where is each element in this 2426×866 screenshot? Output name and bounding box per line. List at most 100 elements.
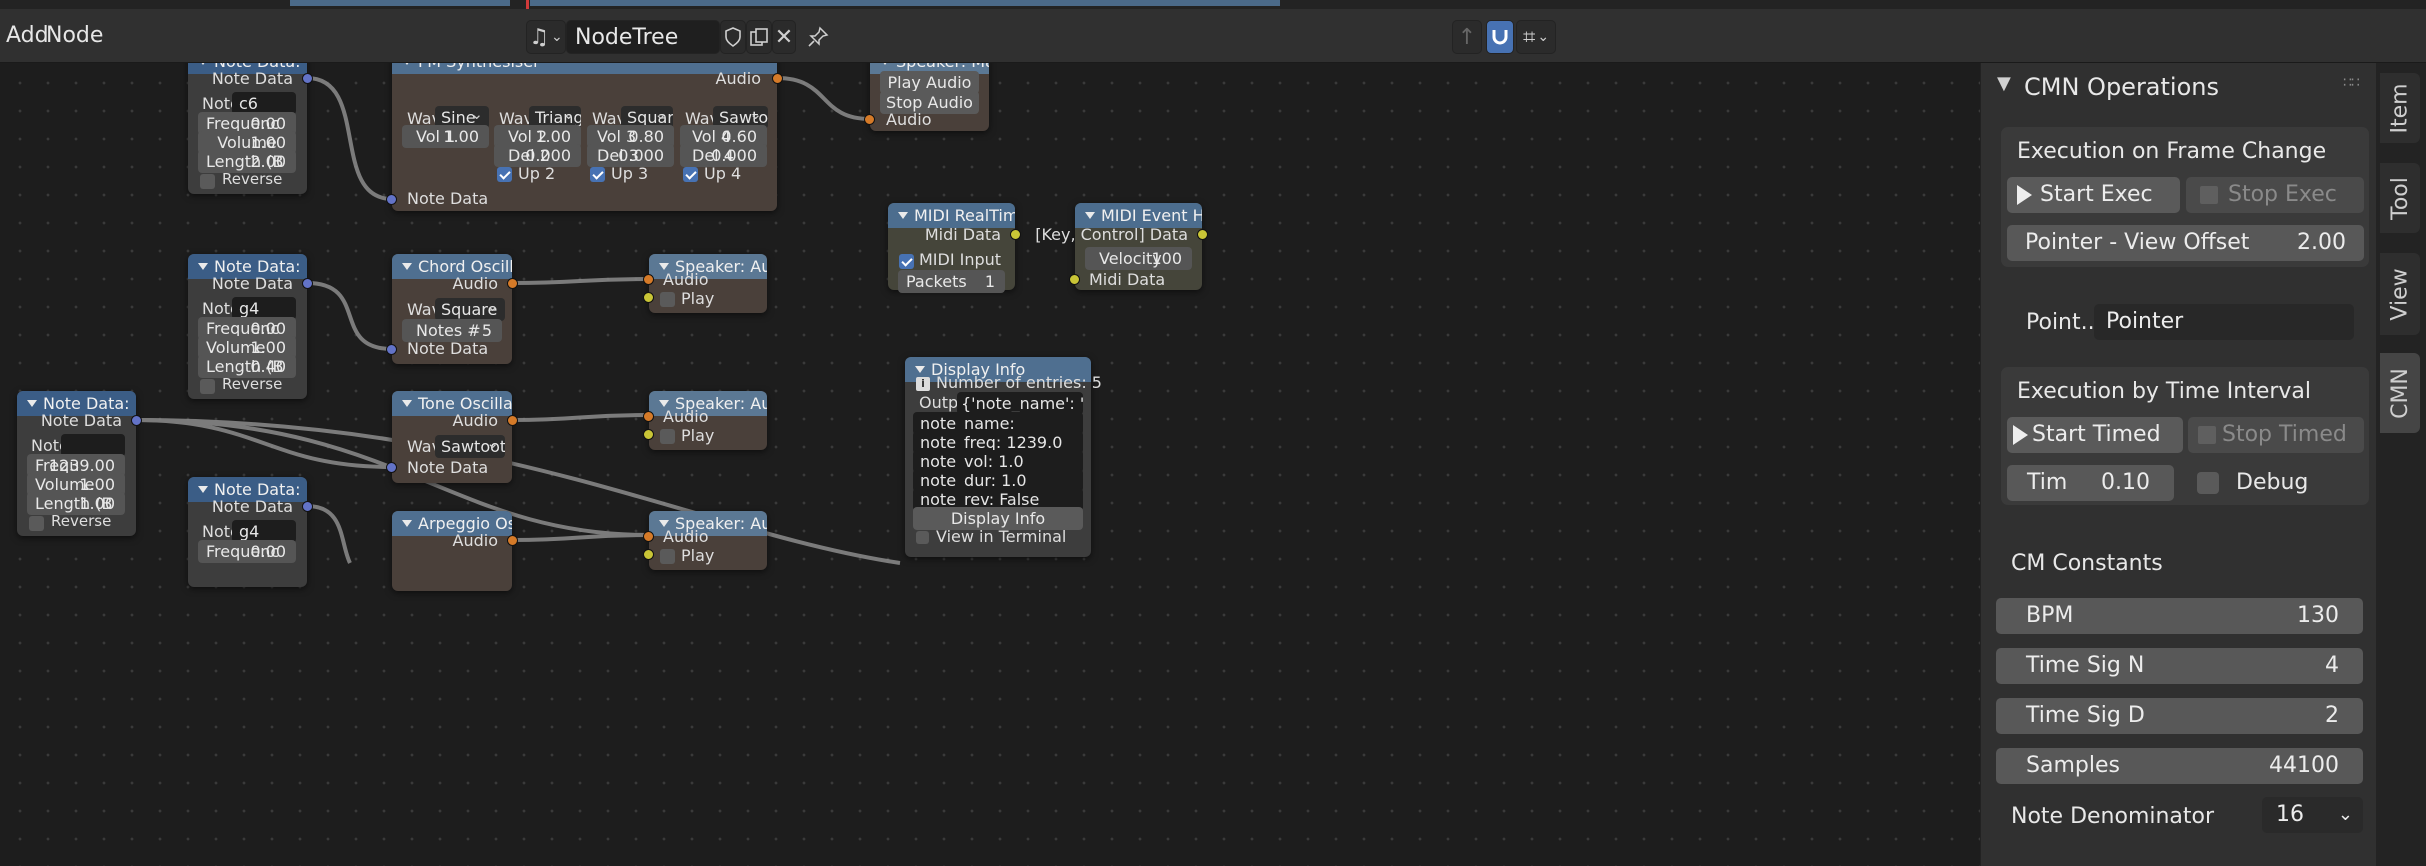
constants-title: CM Constants (2011, 551, 2163, 576)
drag-handle-icon[interactable]: ∷∷ (2343, 75, 2360, 91)
reverse-checkbox[interactable] (29, 516, 44, 531)
play-checkbox[interactable] (660, 292, 675, 307)
output-socket[interactable] (507, 535, 518, 546)
close-icon[interactable]: ✕ (772, 20, 796, 54)
time-sig-n-field[interactable]: Time Sig N 4 (1996, 648, 2363, 684)
reverse-checkbox[interactable] (200, 174, 215, 189)
grid-icon[interactable]: ⌗ ⌄ (1516, 20, 1556, 54)
speaker-automatic-node[interactable]: Speaker: Automatic Audio Play (643, 391, 767, 450)
tab-cmn[interactable]: CMN (2380, 353, 2420, 433)
velocity-field[interactable]: Velocity 100 (1085, 247, 1192, 270)
timeline-strip (0, 0, 2426, 9)
output-socket[interactable] (507, 415, 518, 426)
fm-synthesiser-node[interactable]: FM Synthesiser Audio Wave Sine Wave Tria… (386, 63, 783, 211)
start-exec-button[interactable]: Start Exec (2007, 177, 2180, 213)
note-data-node[interactable]: Note Data: Raw Note Data Note: g4 Freque… (188, 477, 313, 587)
input-socket[interactable] (386, 344, 397, 355)
field-value: 4 (2325, 653, 2339, 678)
link-chord-spk1 (511, 277, 650, 285)
vol-1-field[interactable]: Vol 1 1.00 (402, 125, 489, 148)
socket-label: Audio (452, 274, 498, 293)
midi-input-checkbox[interactable] (899, 254, 914, 269)
socket-label: Audio (715, 69, 761, 88)
socket-label: Audio (663, 527, 709, 546)
input-socket[interactable] (864, 114, 875, 125)
output-socket[interactable] (302, 278, 313, 289)
input-socket[interactable] (643, 411, 654, 422)
note-data-node[interactable]: Note Data: Raw Note Data Note: Frequ1239… (17, 391, 142, 536)
tab-tool[interactable]: Tool (2380, 163, 2420, 233)
play-checkbox[interactable] (660, 549, 675, 564)
wave-dropdown[interactable]: Sawtooth (435, 435, 505, 458)
tab-view[interactable]: View (2380, 253, 2420, 335)
link-note2-chord (306, 281, 393, 351)
display-info-node[interactable]: Display Info i Number of entries: 5 Outp… (905, 357, 1102, 557)
menu-node[interactable]: Node (40, 21, 109, 50)
time-sig-d-field[interactable]: Time Sig D 2 (1996, 698, 2363, 734)
pin-icon[interactable] (804, 20, 832, 54)
up-2-checkbox[interactable] (497, 167, 512, 182)
output-socket[interactable] (1197, 229, 1208, 240)
bpm-field[interactable]: BPM 130 (1996, 598, 2363, 634)
music-note-icon[interactable]: ♫ ⌄ (526, 20, 566, 54)
input-socket[interactable] (386, 462, 397, 473)
socket-label: Audio (663, 270, 709, 289)
debug-checkbox[interactable] (2197, 472, 2219, 494)
reverse-checkbox[interactable] (200, 379, 215, 394)
stop-exec-button[interactable]: Stop Exec (2186, 177, 2364, 213)
node-canvas[interactable]: Note Data: Raw Note Data Note: c6 Freque… (0, 63, 1980, 866)
output-socket[interactable] (131, 415, 142, 426)
input-socket[interactable] (643, 549, 654, 560)
node-tree-name-field[interactable]: NodeTree (566, 20, 720, 54)
stop-timed-button[interactable]: Stop Timed (2188, 417, 2364, 453)
link-note1-fm (306, 76, 393, 201)
view-in-terminal-label: View in Terminal (936, 527, 1067, 546)
midi-realtime-node[interactable]: MIDI RealTime Data Midi Data MIDI Input … (888, 203, 1021, 293)
up-4-checkbox[interactable] (683, 167, 698, 182)
packets-field[interactable]: Packets 1 (898, 270, 1005, 293)
speaker-automatic-node[interactable]: Speaker: Automatic Audio Play (643, 254, 767, 313)
tab-item[interactable]: Item (2380, 73, 2420, 143)
up-3-checkbox[interactable] (590, 167, 605, 182)
input-socket[interactable] (1069, 274, 1080, 285)
socket-label: Midi Data (924, 225, 1001, 244)
speaker-manual-node[interactable]: Speaker: Manual Play Audio Stop Audio Au… (864, 63, 989, 131)
output-socket[interactable] (772, 73, 783, 84)
parent-arrow-icon[interactable]: ↑ (1452, 20, 1482, 54)
note-data-node[interactable]: Note Data: Raw Note Data Note: c6 Freque… (188, 63, 313, 194)
start-timed-button[interactable]: Start Timed (2007, 417, 2183, 453)
output-socket[interactable] (302, 501, 313, 512)
input-socket[interactable] (643, 292, 654, 303)
snap-icon[interactable] (1486, 20, 1514, 54)
input-socket[interactable] (643, 531, 654, 542)
pointer-input[interactable]: Pointer (2094, 304, 2354, 340)
output-socket[interactable] (507, 278, 518, 289)
shield-icon[interactable] (720, 20, 746, 54)
output-socket[interactable] (302, 73, 313, 84)
play-checkbox[interactable] (660, 429, 675, 444)
sidebar-title: CMN Operations (2024, 73, 2219, 101)
output-socket[interactable] (1010, 229, 1021, 240)
tone-oscillator-node[interactable]: Tone Oscillator Audio Wave Sawtooth Note… (386, 391, 518, 483)
pointer-view-offset-field[interactable]: Pointer - View Offset 2.00 (2007, 225, 2364, 261)
frequency-field[interactable]: Frequenc 0.00 (198, 540, 296, 563)
duplicate-icon[interactable] (746, 20, 772, 54)
speaker-automatic-node[interactable]: Speaker: Automatic Audio Play (643, 511, 767, 570)
midi-event-handler-node[interactable]: MIDI Event Handler [Key, Control] Data V… (1035, 203, 1208, 290)
samples-field[interactable]: Samples 44100 (1996, 748, 2363, 784)
field-label: Samples (2026, 753, 2120, 778)
panel-title: Execution by Time Interval (2017, 379, 2312, 404)
chord-oscillator-node[interactable]: Chord Oscillator Audio Wave Square Notes… (386, 254, 518, 364)
socket-label: Note Data (40, 411, 122, 430)
arpeggio-oscillator-node[interactable]: Arpeggio Oscillator Audio (392, 511, 518, 591)
note-data-node[interactable]: Note Data: Raw Note Data Note: g4 Freque… (188, 254, 313, 399)
time-interval-field[interactable]: Tim 0.10 (2007, 465, 2174, 501)
input-socket[interactable] (643, 274, 654, 285)
view-in-terminal-checkbox[interactable] (916, 531, 929, 544)
input-socket[interactable] (386, 194, 397, 205)
collapse-arrow-icon[interactable]: ▼ (1997, 73, 2011, 94)
field-value: 0.10 (2101, 470, 2150, 495)
input-socket[interactable] (643, 429, 654, 440)
wave-dropdown[interactable]: Square (435, 298, 505, 321)
note-denominator-dropdown[interactable]: 16 ⌄ (2262, 797, 2363, 833)
